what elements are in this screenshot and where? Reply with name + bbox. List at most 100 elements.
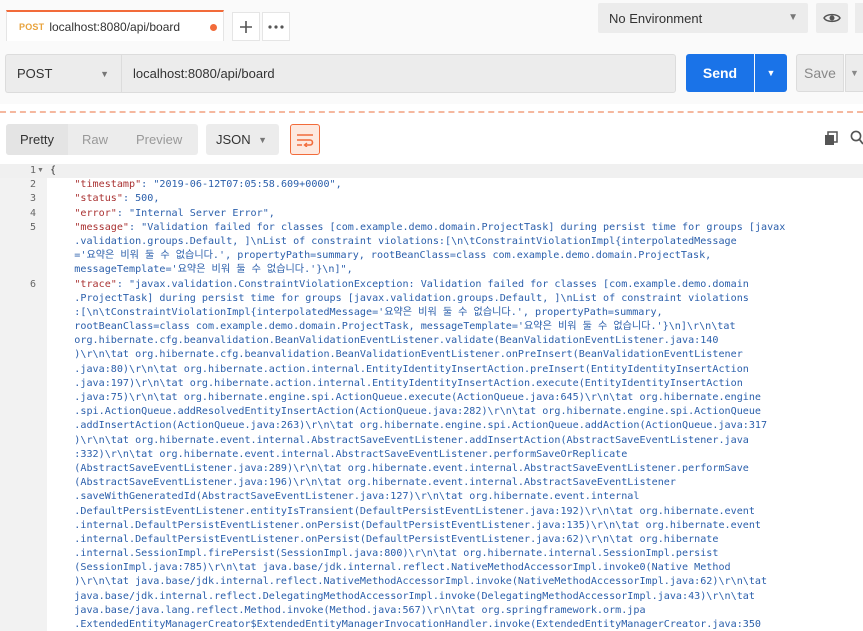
code-line: .java:80)\r\n\tat org.hibernate.action.i… bbox=[0, 363, 863, 377]
line-number: 1 bbox=[29, 165, 36, 176]
json-value: : "Internal Server Error", bbox=[116, 207, 275, 219]
code-text: .DefaultPersistEventListener.entityIsTra… bbox=[50, 505, 755, 517]
code-text: { bbox=[50, 165, 57, 176]
environment-label: No Environment bbox=[609, 10, 703, 26]
code-line: (AbstractSaveEventListener.java:289)\r\n… bbox=[0, 462, 863, 476]
plus-icon bbox=[240, 20, 252, 33]
environment-quick-look-button[interactable] bbox=[816, 3, 848, 33]
json-key: "timestamp" bbox=[74, 179, 142, 191]
search-icon[interactable] bbox=[850, 130, 863, 151]
line-number: 3 bbox=[29, 193, 36, 205]
response-body[interactable]: 1 ▼ {2 "timestamp": "2019-06-12T07:05:58.6… bbox=[0, 164, 863, 631]
tab-pretty[interactable]: Pretty bbox=[6, 124, 68, 155]
code-text: )\r\n\tat java.base/jdk.internal.reflect… bbox=[50, 576, 768, 588]
send-options-button[interactable]: ▼ bbox=[755, 54, 787, 92]
code-text: "error": "Internal Server Error", bbox=[50, 207, 275, 221]
pane-resize-handle[interactable] bbox=[0, 111, 863, 113]
code-text: "timestamp": "2019-06-12T07:05:58.609+00… bbox=[50, 178, 342, 192]
code-text: .saveWithGeneratedId(AbstractSaveEventLi… bbox=[50, 491, 640, 503]
code-text: (AbstractSaveEventListener.java:289)\r\n… bbox=[50, 462, 749, 474]
json-value: : "2019-06-12T07:05:58.609+0000", bbox=[141, 179, 342, 191]
code-line: .validation.groups.Default, ]\nList of c… bbox=[0, 235, 863, 249]
line-number: 4 bbox=[29, 207, 36, 219]
eye-icon bbox=[823, 13, 841, 23]
new-tab-button[interactable] bbox=[232, 12, 260, 41]
code-text: .internal.DefaultPersistEventListener.on… bbox=[50, 533, 719, 545]
code-line: 1 ▼ { bbox=[0, 164, 863, 179]
code-line: )\r\n\tat java.base/jdk.internal.reflect… bbox=[0, 575, 863, 589]
code-text: rootBeanClass=class com.example.demo.dom… bbox=[50, 321, 736, 333]
code-line: .DefaultPersistEventListener.entityIsTra… bbox=[0, 505, 863, 519]
json-key: "trace" bbox=[74, 278, 117, 290]
code-text: "message": "Validation failed for classe… bbox=[50, 221, 785, 235]
response-format-label: JSON bbox=[216, 132, 251, 147]
code-lines: 1 ▼ {2 "timestamp": "2019-06-12T07:05:58.6… bbox=[0, 164, 863, 631]
code-line: :[\n\tConstraintViolationImpl{interpolat… bbox=[0, 306, 863, 320]
manage-environments-button[interactable] bbox=[855, 3, 863, 33]
environment-select[interactable]: No Environment ▼ bbox=[598, 3, 808, 33]
code-line: )\r\n\tat org.hibernate.event.internal.A… bbox=[0, 434, 863, 448]
code-line: .java:197)\r\n\tat org.hibernate.action.… bbox=[0, 377, 863, 391]
wrap-lines-button[interactable] bbox=[290, 124, 320, 155]
response-format-select[interactable]: JSON ▼ bbox=[206, 124, 279, 155]
http-method-label: POST bbox=[17, 66, 53, 81]
tab-title: localhost:8080/api/board bbox=[49, 19, 181, 34]
chevron-down-icon: ▼ bbox=[100, 69, 109, 79]
code-text: ='요약은 비워 둘 수 없습니다.', propertyPath=summar… bbox=[50, 250, 712, 262]
code-text: org.hibernate.cfg.beanvalidation.BeanVal… bbox=[50, 335, 719, 347]
send-button[interactable]: Send bbox=[686, 54, 754, 92]
code-text: .internal.DefaultPersistEventListener.on… bbox=[50, 519, 762, 531]
code-text: messageTemplate='요약은 비워 둘 수 없습니다.'}\n]", bbox=[50, 264, 353, 276]
code-line: )\r\n\tat org.hibernate.cfg.beanvalidati… bbox=[0, 348, 863, 362]
save-button[interactable]: Save bbox=[796, 54, 844, 92]
code-text: .spi.ActionQueue.addResolvedEntityInsert… bbox=[50, 406, 762, 418]
code-text: )\r\n\tat org.hibernate.cfg.beanvalidati… bbox=[50, 349, 743, 361]
code-line: java.base/jdk.internal.reflect.Delegatin… bbox=[0, 590, 863, 604]
code-line: messageTemplate='요약은 비워 둘 수 없습니다.'}\n]", bbox=[0, 263, 863, 277]
code-line: .saveWithGeneratedId(AbstractSaveEventLi… bbox=[0, 490, 863, 504]
request-url-bar: POST ▼ Send ▼ Save ▼ bbox=[0, 44, 863, 104]
json-key: "error" bbox=[74, 207, 117, 219]
code-text: java.base/jdk.internal.reflect.Delegatin… bbox=[50, 590, 755, 602]
fold-arrow-icon[interactable]: ▼ bbox=[37, 164, 44, 178]
response-toolbar: Pretty Raw Preview JSON ▼ bbox=[0, 124, 863, 156]
url-input[interactable] bbox=[121, 54, 676, 93]
line-number: 5 bbox=[29, 221, 36, 233]
http-method-select[interactable]: POST ▼ bbox=[5, 54, 121, 93]
more-tabs-button[interactable] bbox=[262, 12, 290, 41]
code-line: 3 "status": 500, bbox=[0, 192, 863, 206]
code-line: .spi.ActionQueue.addResolvedEntityInsert… bbox=[0, 405, 863, 419]
code-line: ='요약은 비워 둘 수 없습니다.', propertyPath=summar… bbox=[0, 249, 863, 263]
code-line: .java:75)\r\n\tat org.hibernate.engine.s… bbox=[0, 391, 863, 405]
tab-method-label: POST bbox=[19, 21, 45, 32]
tab-preview[interactable]: Preview bbox=[122, 132, 196, 147]
save-options-button[interactable]: ▼ bbox=[845, 54, 863, 92]
code-line: 6 "trace": "javax.validation.ConstraintV… bbox=[0, 278, 863, 292]
tab-raw[interactable]: Raw bbox=[68, 132, 122, 147]
code-line: .internal.DefaultPersistEventListener.on… bbox=[0, 519, 863, 533]
chevron-down-icon: ▼ bbox=[766, 68, 776, 78]
copy-icon[interactable] bbox=[824, 131, 838, 151]
line-number: 2 bbox=[29, 179, 36, 191]
code-line: 2 "timestamp": "2019-06-12T07:05:58.609+… bbox=[0, 178, 863, 192]
code-text: :332)\r\n\tat org.hibernate.event.intern… bbox=[50, 448, 628, 460]
wrap-lines-icon bbox=[297, 133, 314, 147]
chevron-down-icon: ▼ bbox=[788, 12, 798, 23]
code-text: java.base/java.lang.reflect.Method.invok… bbox=[50, 604, 646, 616]
code-text: "trace": "javax.validation.ConstraintVio… bbox=[50, 278, 749, 292]
code-line: (SessionImpl.java:785)\r\n\tat java.base… bbox=[0, 561, 863, 575]
json-value: : 500, bbox=[122, 193, 160, 205]
code-line: .addInsertAction(ActionQueue.java:263)\r… bbox=[0, 419, 863, 433]
code-text: .ProjectTask] during persist time for gr… bbox=[50, 292, 749, 304]
code-text: :[\n\tConstraintViolationImpl{interpolat… bbox=[50, 306, 663, 318]
code-text: (AbstractSaveEventListener.java:196)\r\n… bbox=[50, 477, 676, 489]
code-line: (AbstractSaveEventListener.java:196)\r\n… bbox=[0, 476, 863, 490]
code-text: .validation.groups.Default, ]\nList of c… bbox=[50, 235, 737, 247]
unsaved-dot-icon bbox=[210, 24, 217, 31]
code-text: (SessionImpl.java:785)\r\n\tat java.base… bbox=[50, 562, 731, 574]
code-line: .ExtendedEntityManagerCreator$ExtendedEn… bbox=[0, 618, 863, 631]
json-value: : "Validation failed for classes [com.ex… bbox=[129, 221, 786, 233]
more-dots-icon bbox=[268, 24, 284, 29]
line-number: 6 bbox=[29, 278, 36, 290]
request-tab[interactable]: POST localhost:8080/api/board bbox=[6, 10, 224, 41]
